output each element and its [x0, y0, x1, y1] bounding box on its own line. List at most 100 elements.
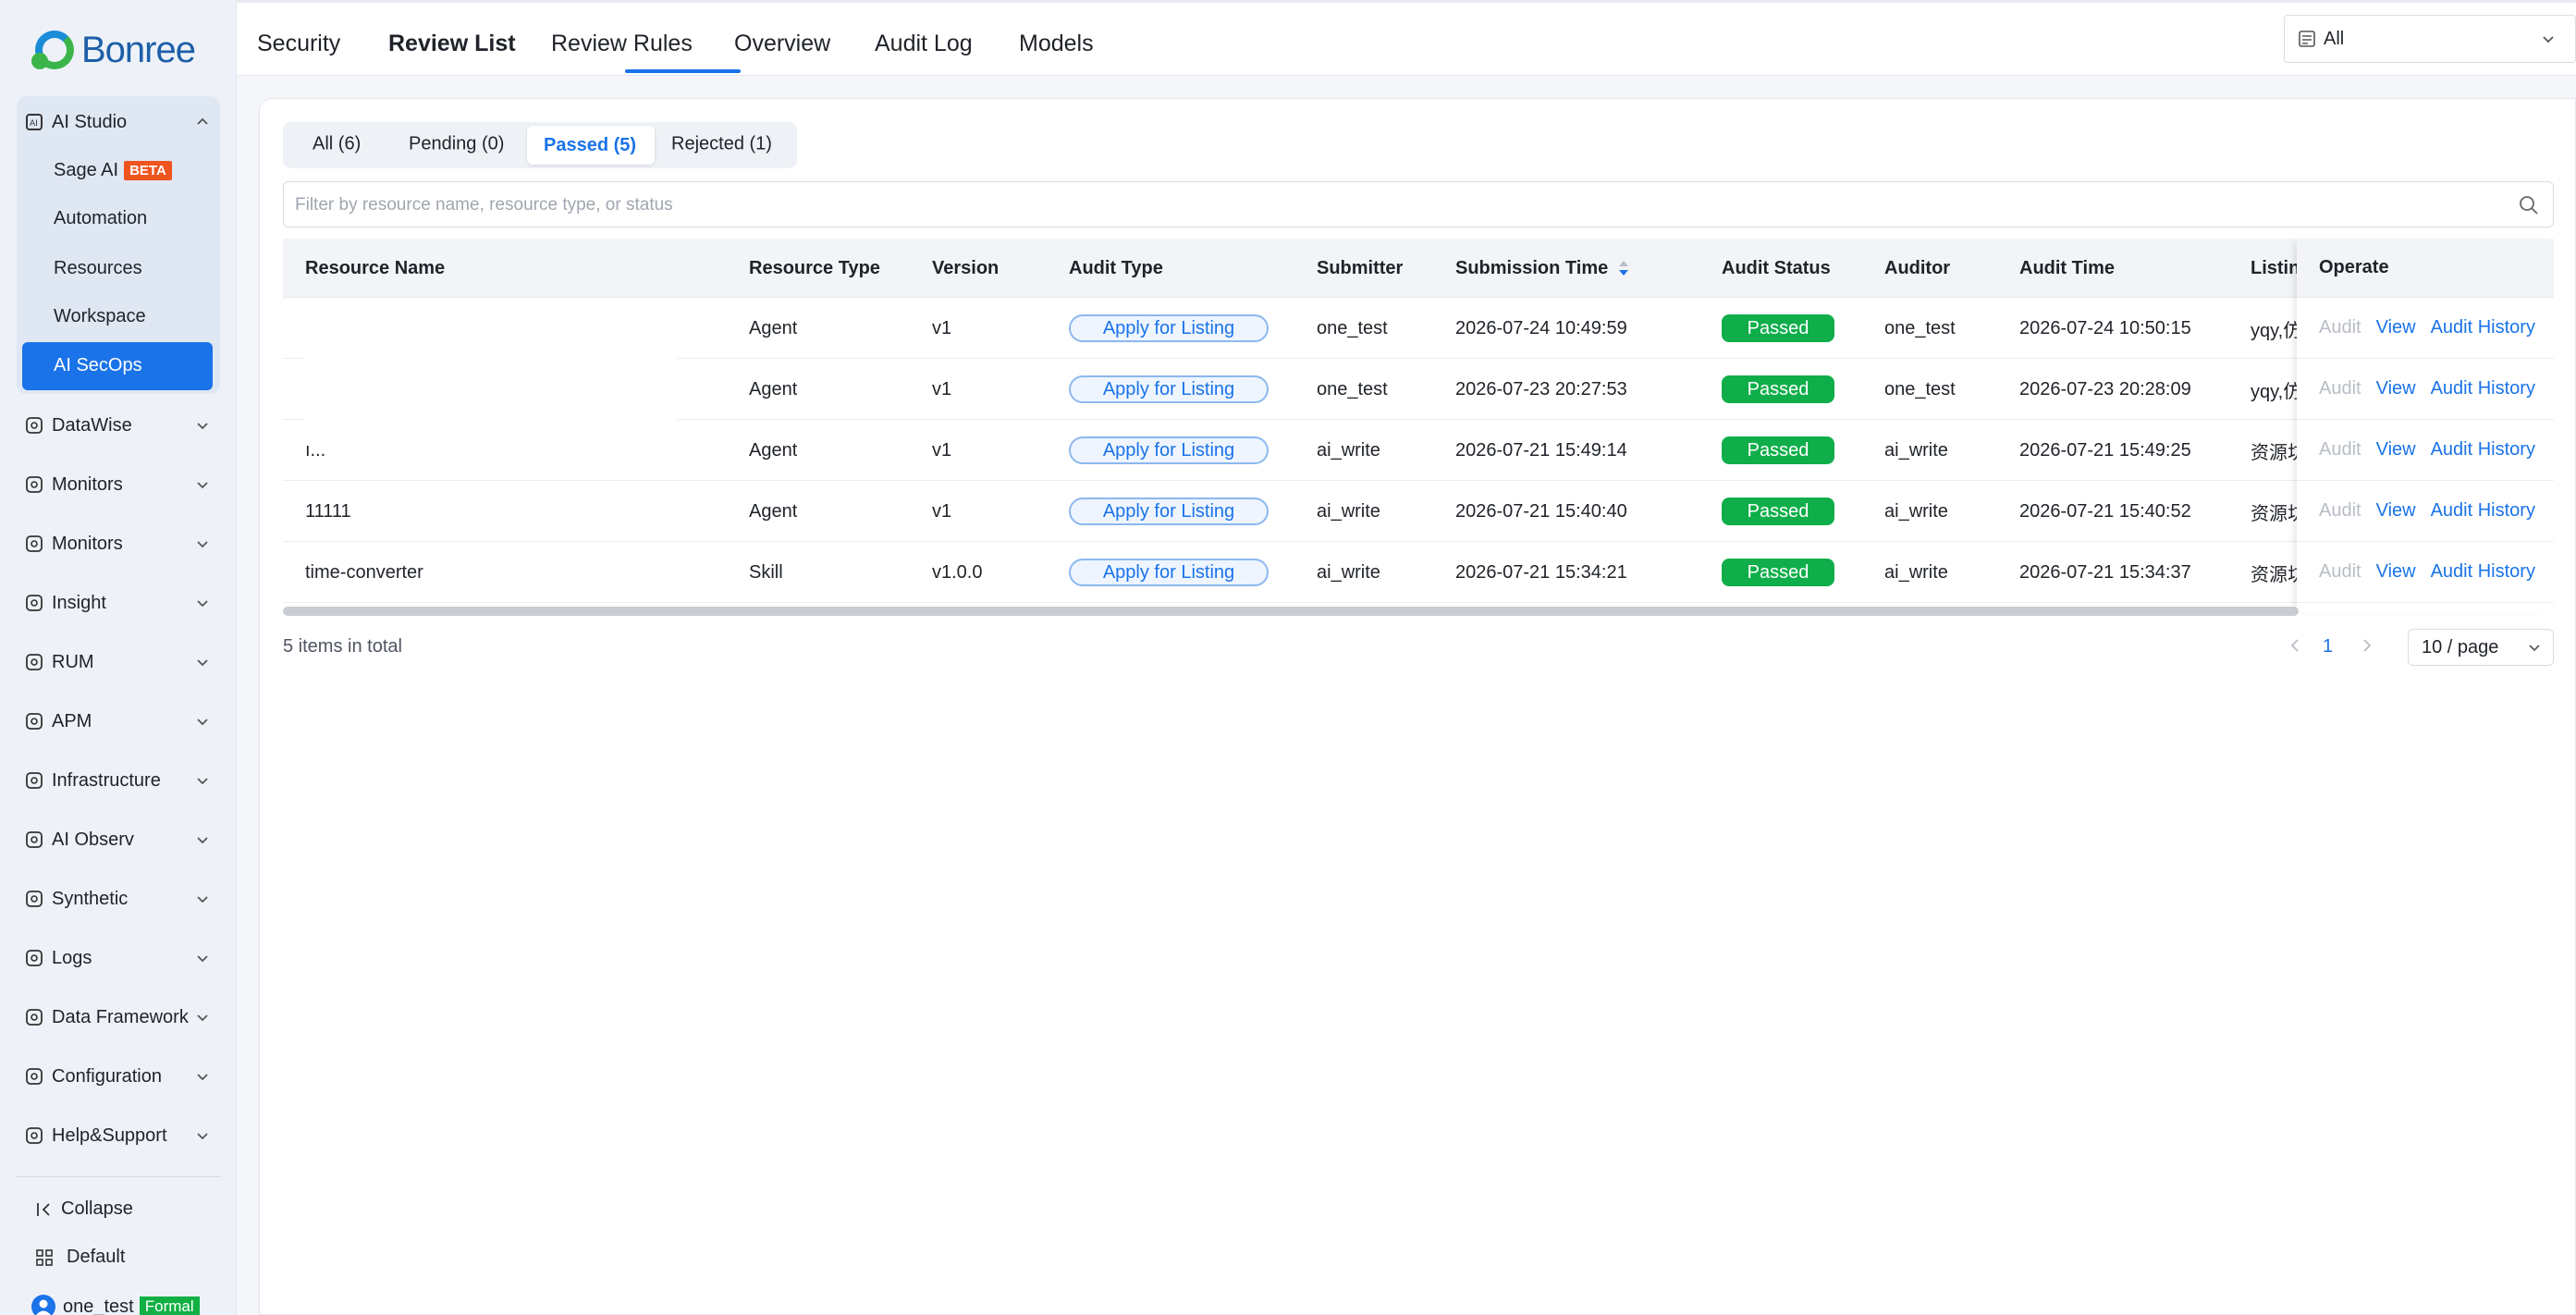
view-link[interactable]: View [2376, 500, 2416, 522]
status-badge: Passed [1722, 498, 1834, 525]
submission-time-cell: 2026-07-21 15:49:14 [1455, 439, 1627, 461]
sidebar-item-monitors[interactable]: Monitors [24, 523, 211, 564]
horizontal-scrollbar[interactable] [283, 607, 2299, 616]
sort-icon[interactable] [1617, 259, 1630, 277]
sidebar-item-configuration[interactable]: Configuration [24, 1056, 211, 1097]
sidebar-item-monitors[interactable]: Monitors [24, 464, 211, 505]
audit-link[interactable]: Audit [2319, 317, 2361, 338]
collapse-button[interactable]: Collapse [35, 1198, 133, 1220]
segment-pending[interactable]: Pending (0) [409, 134, 504, 155]
user-menu[interactable]: one_test Formal [31, 1295, 200, 1315]
search-icon[interactable] [2518, 194, 2540, 216]
user-plan-badge: Formal [139, 1297, 200, 1315]
chevron-down-icon [197, 896, 208, 903]
sidebar-item-data-framework[interactable]: Data Framework [24, 997, 211, 1038]
sidebar-subitem-workspace[interactable]: Workspace [54, 296, 146, 337]
audit-time-cell: 2026-07-21 15:34:37 [2019, 561, 2191, 583]
segment-rejected[interactable]: Rejected (1) [671, 134, 772, 155]
default-view-button[interactable]: Default [35, 1247, 125, 1268]
operate-cell: Audit View Audit History [2297, 481, 2554, 542]
sidebar-subitem-label: Sage AI [54, 159, 119, 180]
view-link[interactable]: View [2376, 439, 2416, 461]
auditor-cell: one_test [1884, 317, 1956, 338]
segment-passed-label: Passed (5) [544, 135, 637, 155]
tab-models[interactable]: Models [1019, 31, 1094, 57]
audit-link[interactable]: Audit [2319, 439, 2361, 461]
data-framework-icon [24, 1007, 44, 1027]
collapse-icon [37, 1202, 50, 1216]
table-row: time-converter Skill v1.0.0 Apply for Listi… [283, 542, 2554, 603]
beta-badge: BETA [124, 160, 172, 180]
workspace-select[interactable]: All [2284, 15, 2576, 63]
logo-text: Bonree [81, 29, 196, 70]
column-header-operate: Operate [2297, 239, 2554, 298]
sidebar-item-insight[interactable]: Insight [24, 583, 211, 623]
sidebar-item-label: AI Observ [52, 829, 134, 850]
sidebar-item-rum[interactable]: RUM [24, 642, 211, 682]
audit-type-tag: Apply for Listing [1069, 559, 1269, 586]
sidebar-item-ai-observ[interactable]: AI Observ [24, 819, 211, 860]
chevron-down-icon [197, 482, 208, 489]
audit-time-cell: 2026-07-23 20:28:09 [2019, 378, 2191, 399]
segment-passed[interactable]: Passed (5) [527, 126, 655, 165]
view-link[interactable]: View [2376, 561, 2416, 583]
table-header: Resource Name Resource Type Version Audi… [283, 239, 2554, 298]
sidebar-item-datawise[interactable]: DataWise [24, 405, 211, 446]
sidebar-subitem-resources[interactable]: Resources [54, 248, 142, 289]
active-tab-indicator [625, 69, 741, 73]
sidebar-item-apm[interactable]: APM [24, 701, 211, 742]
audit-history-link[interactable]: Audit History [2431, 500, 2535, 522]
sidebar-item-synthetic[interactable]: Synthetic [24, 879, 211, 919]
page-size-select[interactable]: 10 / page [2408, 629, 2554, 666]
tab-review-list[interactable]: Review List [388, 31, 516, 57]
workspace-icon [2299, 31, 2315, 47]
top-nav: Security Review List Review Rules Overvi… [237, 0, 2576, 76]
total-count: 5 items in total [283, 636, 402, 657]
audit-history-link[interactable]: Audit History [2431, 561, 2535, 583]
audit-link[interactable]: Audit [2319, 500, 2361, 522]
table-row: 11111 Agent v1 Apply for Listing ai_write 202… [283, 481, 2554, 542]
sidebar-subitem-automation[interactable]: Automation [54, 198, 147, 239]
auditor-cell: ai_write [1884, 561, 1948, 583]
sidebar-subitem-label: Resources [54, 257, 142, 278]
next-page-button[interactable] [2360, 636, 2374, 660]
brand-logo[interactable]: Bonree [31, 24, 196, 76]
sidebar-item-label: DataWise [52, 414, 132, 436]
sidebar-item-logs[interactable]: Logs [24, 938, 211, 978]
resource-type-cell: Agent [749, 500, 798, 522]
audit-history-link[interactable]: Audit History [2431, 378, 2535, 399]
submission-time-cell: 2026-07-21 15:40:40 [1455, 500, 1627, 522]
search-input[interactable] [295, 191, 2496, 219]
audit-link[interactable]: Audit [2319, 561, 2361, 583]
audit-history-link[interactable]: Audit History [2431, 439, 2535, 461]
page-number[interactable]: 1 [2323, 636, 2333, 658]
prev-page-button[interactable] [2288, 636, 2302, 660]
sidebar-item-ai-studio[interactable]: AI AI Studio [24, 102, 211, 142]
audit-time-cell: 2026-07-21 15:49:25 [2019, 439, 2191, 461]
sidebar-subitem-sage-ai[interactable]: Sage AI BETA [54, 150, 172, 190]
audit-time-cell: 2026-07-24 10:50:15 [2019, 317, 2191, 338]
submission-time-label: Submission Time [1455, 257, 1609, 278]
version-cell: v1 [932, 378, 952, 399]
segment-all[interactable]: All (6) [313, 134, 361, 155]
tab-security[interactable]: Security [257, 31, 340, 57]
audit-link[interactable]: Audit [2319, 378, 2361, 399]
sidebar-item-help-support[interactable]: Help&Support [24, 1115, 211, 1156]
help-icon [24, 1125, 44, 1146]
tab-overview[interactable]: Overview [734, 31, 830, 57]
submitter-cell: ai_write [1317, 500, 1380, 522]
sidebar-subitem-ai-secops[interactable]: AI SecOps [22, 342, 213, 390]
auditor-cell: one_test [1884, 378, 1956, 399]
view-link[interactable]: View [2376, 378, 2416, 399]
infrastructure-icon [24, 770, 44, 791]
sidebar-item-infrastructure[interactable]: Infrastructure [24, 760, 211, 801]
audit-history-link[interactable]: Audit History [2431, 317, 2535, 338]
audit-type-tag: Apply for Listing [1069, 375, 1269, 403]
tab-review-rules[interactable]: Review Rules [551, 31, 693, 57]
sidebar: Bonree AI AI Studio Sage AI BETA Automat… [0, 0, 237, 1315]
chevron-down-icon [197, 423, 208, 430]
column-header-audit-type: Audit Type [1069, 257, 1163, 278]
tab-audit-log[interactable]: Audit Log [875, 31, 973, 57]
column-header-submission-time[interactable]: Submission Time [1455, 239, 1630, 298]
view-link[interactable]: View [2376, 317, 2416, 338]
